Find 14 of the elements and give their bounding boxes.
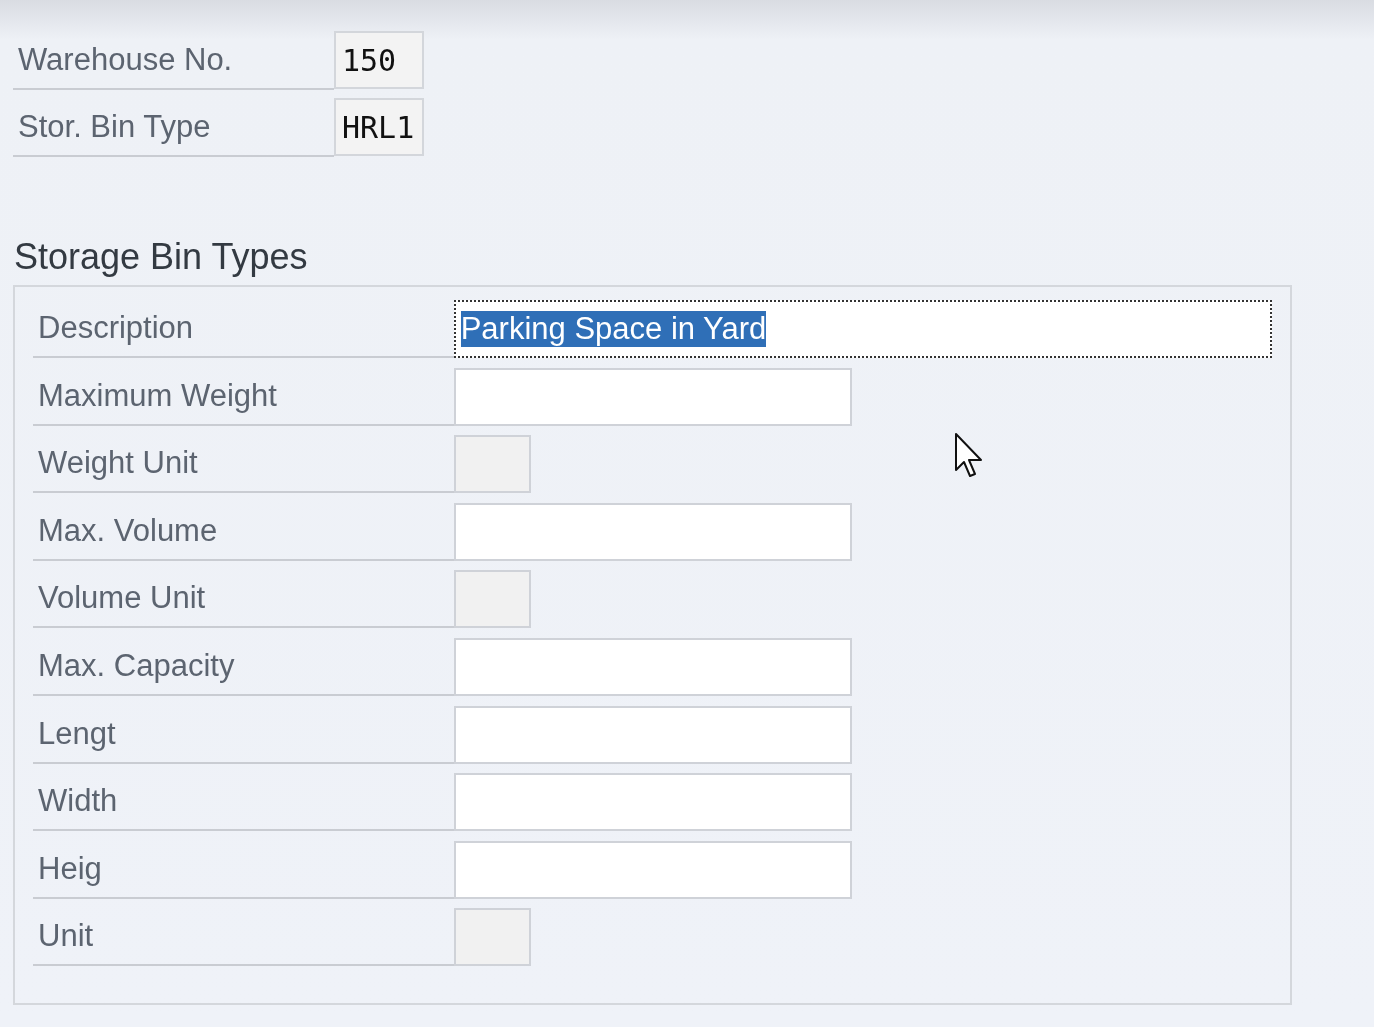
input-field[interactable]	[454, 502, 852, 561]
section-title: Storage Bin Types	[14, 237, 309, 277]
input-field[interactable]	[454, 773, 852, 832]
input-field[interactable]	[454, 840, 852, 899]
value-field[interactable]: HRL1	[334, 98, 424, 156]
input-field[interactable]	[454, 367, 852, 426]
input-field[interactable]	[454, 908, 531, 967]
input-field[interactable]	[454, 435, 531, 494]
value-field[interactable]: 150	[334, 31, 424, 89]
field-label: Description	[33, 300, 454, 358]
input-field[interactable]	[454, 705, 852, 764]
input-field[interactable]: Parking Space in Yard	[453, 300, 1272, 358]
input-field[interactable]	[454, 570, 531, 629]
input-field[interactable]	[454, 637, 852, 696]
